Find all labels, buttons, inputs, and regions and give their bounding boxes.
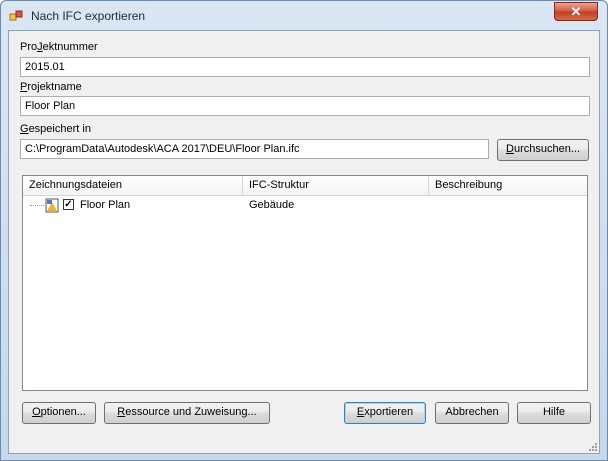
gespeichert-label: Gespeichert in	[20, 123, 91, 135]
projektname-field[interactable]: Floor Plan	[20, 96, 590, 116]
browse-button[interactable]: Durchsuchen...	[497, 139, 589, 161]
title-bar[interactable]: Nach IFC exportieren ✕	[1, 1, 607, 31]
projektnummer-field[interactable]: 2015.01	[20, 57, 590, 77]
tree-connector	[30, 205, 44, 206]
list-item[interactable]: ✓ Floor Plan Gebäude	[23, 197, 587, 215]
drawing-files-list[interactable]: Zeichnungsdateien IFC-Struktur Beschreib…	[22, 175, 588, 391]
resize-grip-icon[interactable]	[587, 441, 597, 451]
options-button[interactable]: Optionen...	[22, 402, 96, 424]
row-ifc-structure[interactable]: Gebäude	[249, 199, 294, 211]
export-button[interactable]: Exportieren	[344, 402, 426, 424]
list-header: Zeichnungsdateien IFC-Struktur Beschreib…	[23, 176, 587, 196]
column-header-ifc-struktur[interactable]: IFC-Struktur	[243, 176, 429, 195]
app-icon	[9, 9, 23, 23]
row-checkbox[interactable]: ✓	[63, 199, 74, 210]
dialog-client: ProJektnummer 2015.01 Projektname Floor …	[8, 30, 600, 454]
dialog-window: Nach IFC exportieren ✕ ProJektnummer 201…	[0, 0, 608, 461]
save-path-field[interactable]: C:\ProgramData\Autodesk\ACA 2017\DEU\Flo…	[20, 139, 489, 159]
column-header-zeichnungsdateien[interactable]: Zeichnungsdateien	[23, 176, 243, 195]
cancel-button[interactable]: Abbrechen	[435, 402, 509, 424]
resource-assignment-button[interactable]: Ressource und Zuweisung...	[104, 402, 270, 424]
projektname-label: Projektname	[20, 81, 82, 93]
drawing-file-icon	[44, 197, 60, 213]
row-drawing-name: Floor Plan	[80, 199, 131, 211]
help-button[interactable]: Hilfe	[517, 402, 591, 424]
close-button[interactable]: ✕	[554, 2, 598, 21]
window-title: Nach IFC exportieren	[31, 9, 146, 23]
projektnummer-label: ProJektnummer	[20, 41, 98, 53]
column-header-beschreibung[interactable]: Beschreibung	[429, 176, 587, 195]
